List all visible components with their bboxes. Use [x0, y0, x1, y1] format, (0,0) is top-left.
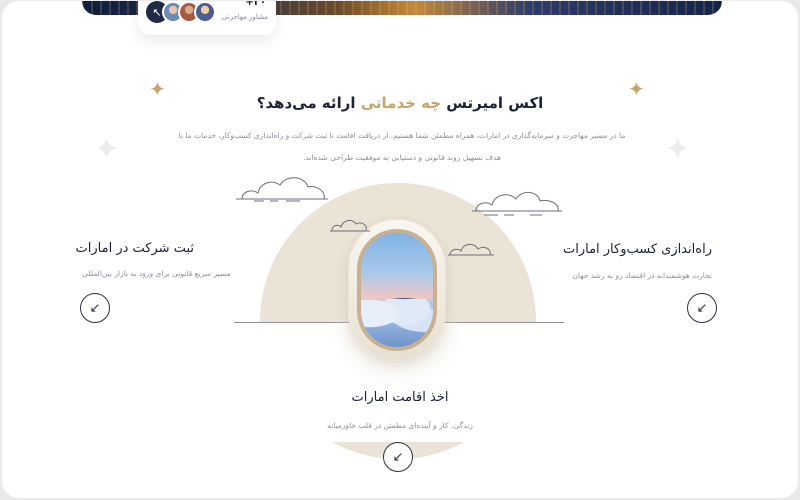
advisors-count: +۲۰	[245, 0, 266, 8]
service-residency[interactable]: اخذ اقامت امارات زندگی، کار و آینده‌ای م…	[2, 390, 798, 430]
section-title: اکس امیرتس چه خدماتی ارائه می‌دهد؟	[2, 94, 798, 112]
service-title[interactable]: اخذ اقامت امارات	[2, 390, 798, 405]
service-title[interactable]: راه‌اندازی کسب‌وکار امارات	[563, 242, 712, 257]
section-description: ما در مسیر مهاجرت و سرمایه‌گذاری در امار…	[172, 125, 632, 169]
arrow-down-left-icon[interactable]: ↙	[383, 442, 413, 472]
window-view	[361, 233, 433, 347]
page: ↖ +۲۰ مشاور مهاجرتی ✦ ✦ ✦ ✦ اکس امیرتس چ…	[1, 0, 799, 499]
service-description: مسیر سریع قانونی برای ورود به بازار بین‌…	[82, 269, 231, 278]
service-business-setup[interactable]: راه‌اندازی کسب‌وکار امارات تجارت هوشمندا…	[563, 242, 712, 280]
service-description: زندگی، کار و آینده‌ای مطمئن در قلب خاورم…	[327, 421, 473, 430]
section-description-line: هدف تسهیل روند قانونی و دستیابی به موفقی…	[303, 153, 501, 162]
arrow-down-left-icon[interactable]: ↙	[80, 293, 110, 323]
section-title-main: اکس امیرتس	[446, 94, 544, 112]
advisors-card: ↖ +۲۰ مشاور مهاجرتی	[138, 0, 276, 35]
section-title-accent: چه خدماتی	[360, 94, 442, 112]
advisors-label: مشاور مهاجرتی	[221, 13, 268, 21]
cloud-icon	[330, 219, 370, 232]
avatar	[194, 1, 216, 23]
cloud-icon	[236, 177, 328, 202]
service-title[interactable]: ثبت شرکت در امارات	[76, 241, 194, 256]
cloud-icon	[472, 192, 562, 216]
sparkle-icon: ✦	[94, 132, 120, 167]
section-title-end: ارائه می‌دهد؟	[256, 94, 356, 112]
arrow-down-left-icon[interactable]: ↙	[687, 293, 717, 323]
cloud-icon	[448, 243, 494, 256]
airplane-window-illustration	[230, 171, 570, 459]
sparkle-icon: ✦	[665, 132, 691, 167]
section-description-line: ما در مسیر مهاجرت و سرمایه‌گذاری در امار…	[178, 131, 626, 140]
service-description: تجارت هوشمندانه در اقتصاد رو به رشد جهان	[572, 271, 712, 280]
